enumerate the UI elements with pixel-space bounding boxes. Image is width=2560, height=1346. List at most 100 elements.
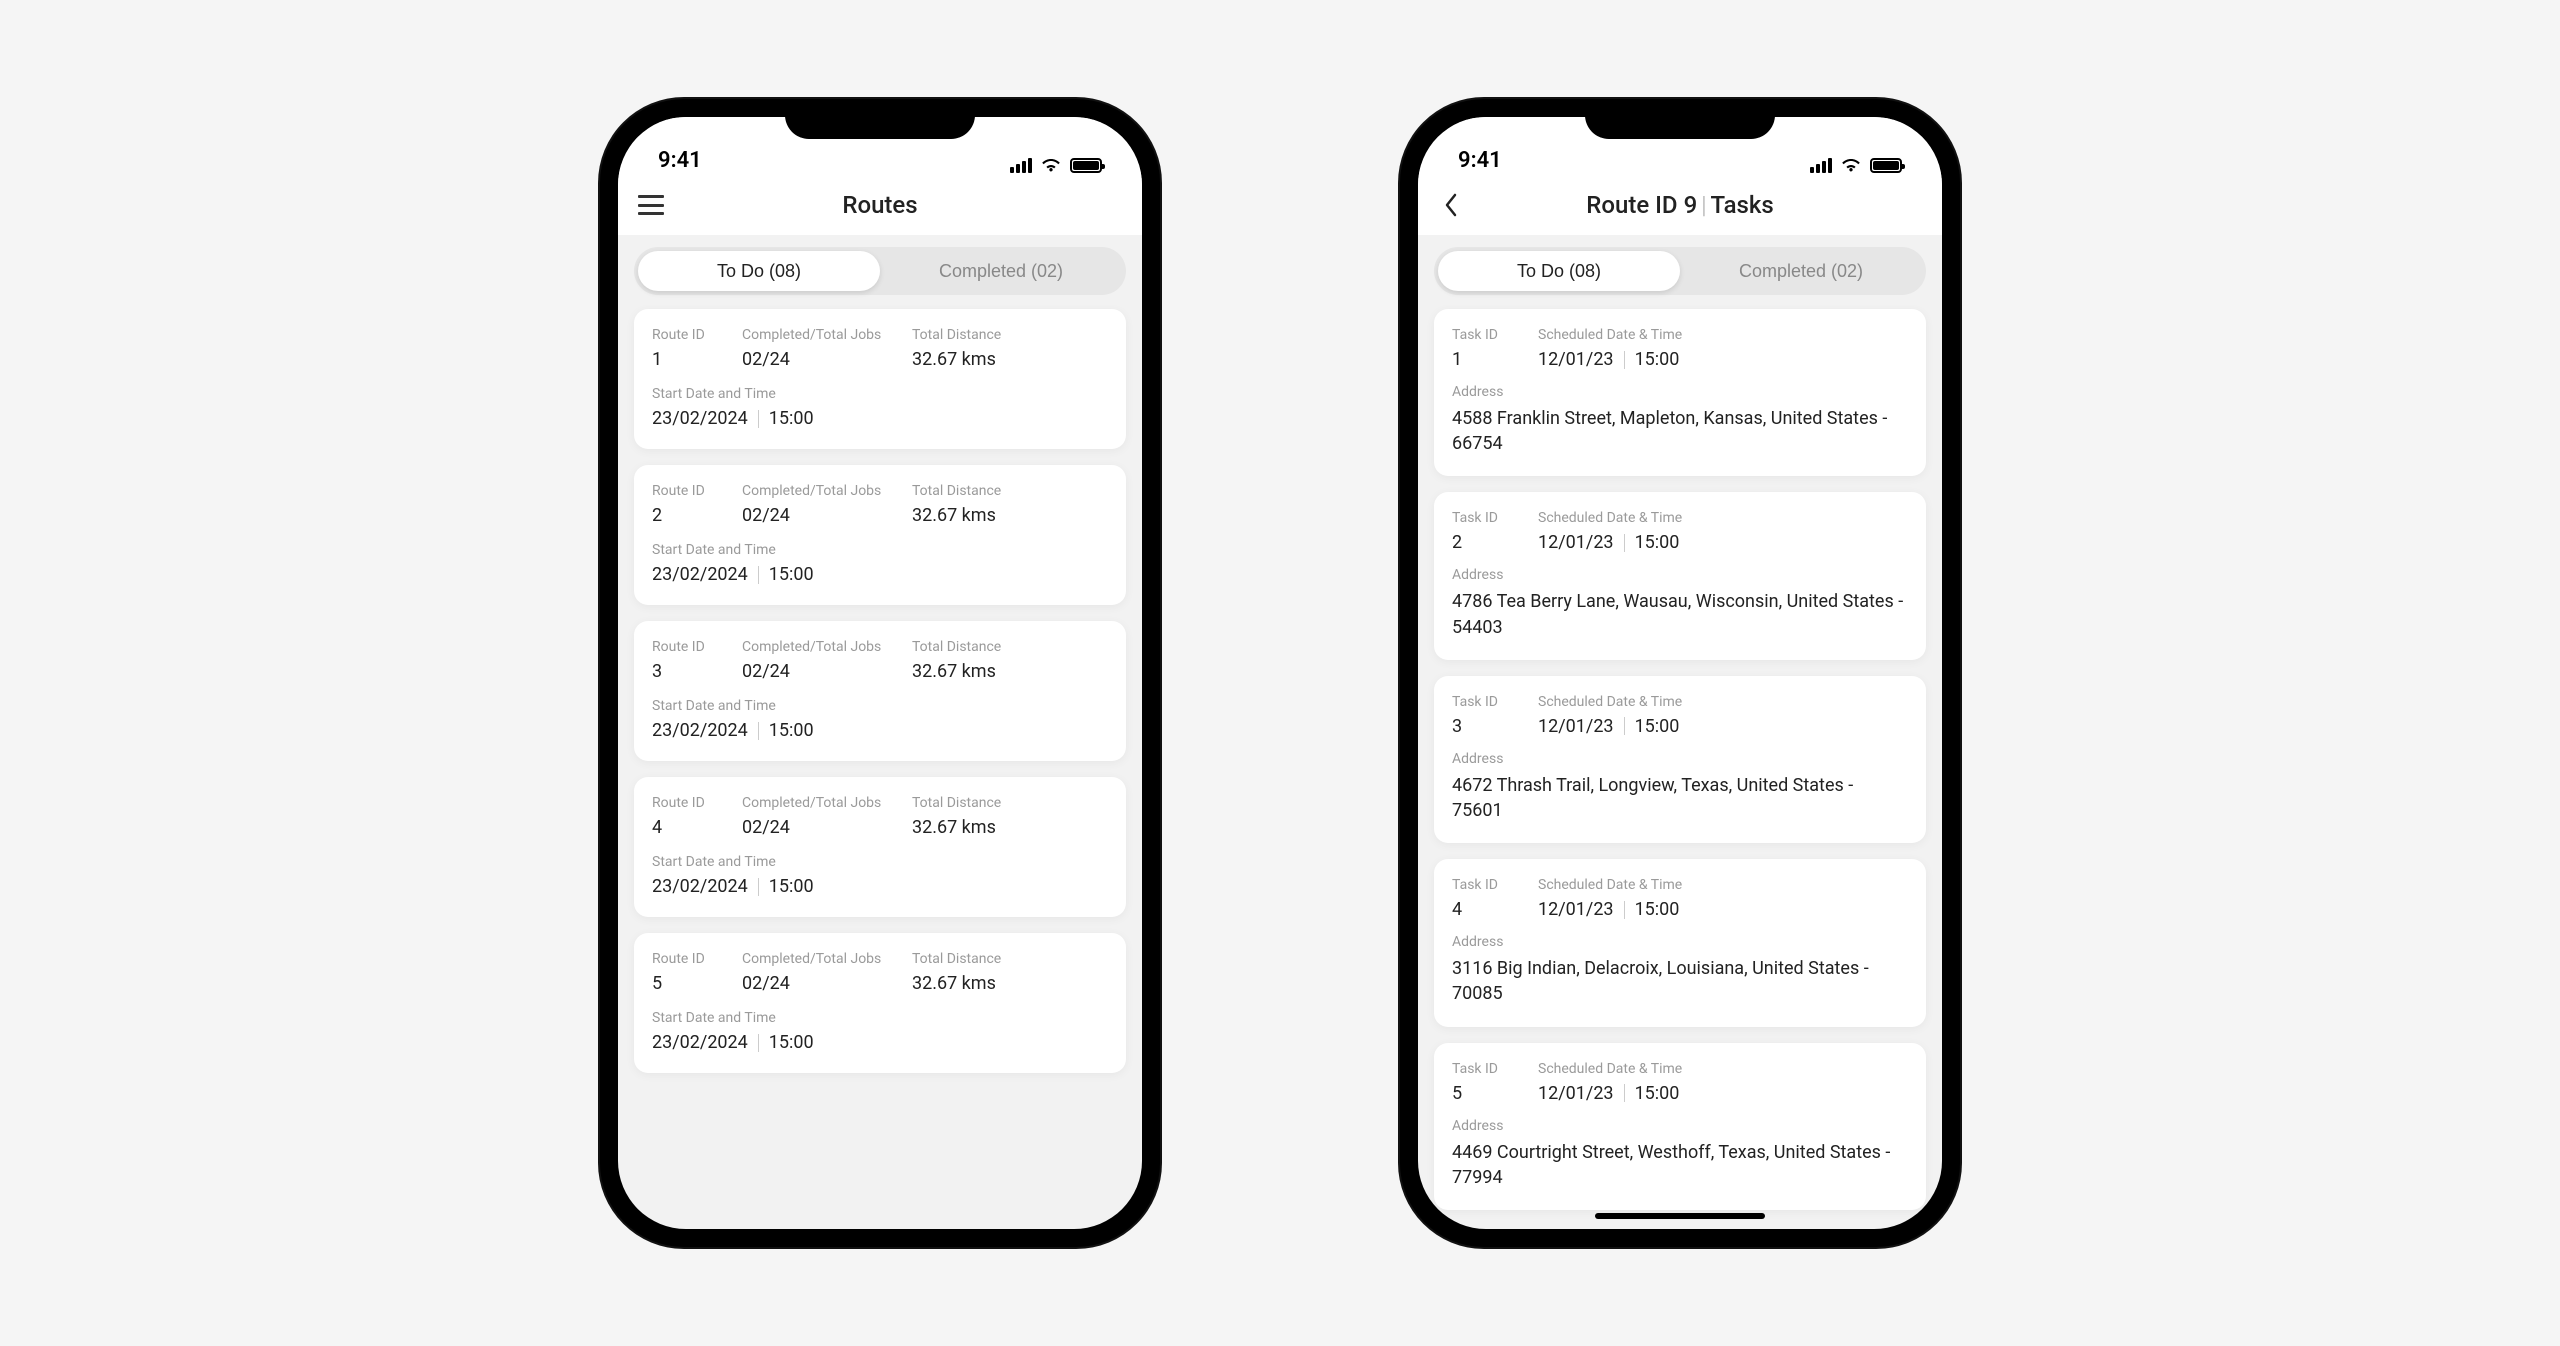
title-route-id: Route ID 9 [1586, 191, 1697, 219]
distance-label: Total Distance [912, 483, 1108, 499]
menu-icon[interactable] [638, 195, 664, 215]
separator-icon [758, 1034, 759, 1052]
scheduled-time-value: 15:00 [1635, 716, 1680, 737]
distance-value: 32.67 kms [912, 349, 1108, 370]
tasks-list[interactable]: Task ID 1 Scheduled Date & Time 12/01/23 1… [1418, 305, 1942, 1229]
route-id-value: 5 [652, 973, 742, 994]
address-label: Address [1452, 751, 1908, 767]
start-dt-label: Start Date and Time [652, 1010, 1108, 1026]
scheduled-label: Scheduled Date & Time [1538, 1061, 1908, 1077]
route-id-value: 2 [652, 505, 742, 526]
task-id-label: Task ID [1452, 510, 1538, 526]
start-dt-label: Start Date and Time [652, 386, 1108, 402]
page-title: Routes [618, 191, 1142, 219]
jobs-label: Completed/Total Jobs [742, 951, 912, 967]
scheduled-time-value: 15:00 [1635, 899, 1680, 920]
task-id-label: Task ID [1452, 1061, 1538, 1077]
scheduled-date-value: 12/01/23 [1538, 532, 1614, 553]
start-date-value: 23/02/2024 [652, 720, 748, 741]
route-id-value: 1 [652, 349, 742, 370]
address-label: Address [1452, 567, 1908, 583]
task-card[interactable]: Task ID1 Scheduled Date & Time 12/01/231… [1434, 309, 1926, 476]
tab-completed[interactable]: Completed (02) [880, 251, 1122, 291]
start-time-value: 15:00 [769, 408, 814, 429]
separator-icon [1624, 351, 1625, 369]
start-time-value: 15:00 [769, 564, 814, 585]
segmented-control: To Do (08) Completed (02) [1434, 247, 1926, 295]
route-card[interactable]: Route ID 5 Completed/Total Jobs 02/24 Tota… [634, 933, 1126, 1073]
jobs-value: 02/24 [742, 349, 912, 370]
task-id-label: Task ID [1452, 327, 1538, 343]
route-card[interactable]: Route ID2 Completed/Total Jobs02/24 Tota… [634, 465, 1126, 605]
route-card[interactable]: Route ID4 Completed/Total Jobs02/24 Tota… [634, 777, 1126, 917]
scheduled-label: Scheduled Date & Time [1538, 327, 1908, 343]
screen-tasks: 9:41 Route ID 9|Tasks To Do (08) Complet… [1418, 117, 1942, 1229]
separator-icon [758, 878, 759, 896]
task-id-value: 2 [1452, 532, 1538, 553]
separator-icon [758, 722, 759, 740]
status-icons [1810, 157, 1902, 173]
address-value: 4588 Franklin Street, Mapleton, Kansas, … [1452, 406, 1908, 456]
wifi-icon [1040, 157, 1062, 173]
start-time-value: 15:00 [769, 1032, 814, 1053]
start-date-value: 23/02/2024 [652, 876, 748, 897]
tab-todo[interactable]: To Do (08) [1438, 251, 1680, 291]
route-id-label: Route ID [652, 795, 742, 811]
phone-routes: 9:41 Routes To Do (08) Completed (02) [600, 99, 1160, 1247]
app-header: Routes [618, 179, 1142, 235]
route-id-value: 4 [652, 817, 742, 838]
route-id-label: Route ID [652, 483, 742, 499]
address-label: Address [1452, 384, 1908, 400]
separator-icon [1624, 534, 1625, 552]
distance-value: 32.67 kms [912, 661, 1108, 682]
tab-todo[interactable]: To Do (08) [638, 251, 880, 291]
jobs-label: Completed/Total Jobs [742, 327, 912, 343]
route-card[interactable]: Route ID1 Completed/Total Jobs02/24 Tota… [634, 309, 1126, 449]
scheduled-time-value: 15:00 [1635, 349, 1680, 370]
title-tasks: Tasks [1711, 191, 1774, 219]
task-card[interactable]: Task ID2 Scheduled Date & Time 12/01/231… [1434, 492, 1926, 659]
distance-label: Total Distance [912, 795, 1108, 811]
scheduled-label: Scheduled Date & Time [1538, 694, 1908, 710]
task-id-label: Task ID [1452, 877, 1538, 893]
screen-routes: 9:41 Routes To Do (08) Completed (02) [618, 117, 1142, 1229]
scheduled-label: Scheduled Date & Time [1538, 877, 1908, 893]
notch [1585, 99, 1775, 139]
task-id-label: Task ID [1452, 694, 1538, 710]
start-date-value: 23/02/2024 [652, 564, 748, 585]
start-time-value: 15:00 [769, 876, 814, 897]
cellular-icon [1810, 158, 1832, 173]
battery-icon [1870, 158, 1902, 173]
notch [785, 99, 975, 139]
separator-icon [758, 566, 759, 584]
routes-list[interactable]: Route ID 1 Completed/Total Jobs 02/24 Tota… [618, 305, 1142, 1229]
distance-label: Total Distance [912, 639, 1108, 655]
address-label: Address [1452, 1118, 1908, 1134]
start-date-value: 23/02/2024 [652, 408, 748, 429]
route-id-label: Route ID [652, 639, 742, 655]
status-time: 9:41 [658, 148, 702, 173]
task-card[interactable]: Task ID5 Scheduled Date & Time 12/01/231… [1434, 1043, 1926, 1210]
distance-label: Total Distance [912, 951, 1108, 967]
route-card[interactable]: Route ID3 Completed/Total Jobs02/24 Tota… [634, 621, 1126, 761]
phone-tasks: 9:41 Route ID 9|Tasks To Do (08) Complet… [1400, 99, 1960, 1247]
wifi-icon [1840, 157, 1862, 173]
jobs-value: 02/24 [742, 661, 912, 682]
address-value: 3116 Big Indian, Delacroix, Louisiana, U… [1452, 956, 1908, 1006]
distance-value: 32.67 kms [912, 505, 1108, 526]
task-card[interactable]: Task ID4 Scheduled Date & Time 12/01/231… [1434, 859, 1926, 1026]
task-card[interactable]: Task ID3 Scheduled Date & Time 12/01/231… [1434, 676, 1926, 843]
cellular-icon [1010, 158, 1032, 173]
start-dt-label: Start Date and Time [652, 542, 1108, 558]
jobs-value: 02/24 [742, 973, 912, 994]
address-value: 4469 Courtright Street, Westhoff, Texas,… [1452, 1140, 1908, 1190]
home-indicator[interactable] [1595, 1213, 1765, 1219]
scheduled-date-value: 12/01/23 [1538, 716, 1614, 737]
task-id-value: 1 [1452, 349, 1538, 370]
tab-completed[interactable]: Completed (02) [1680, 251, 1922, 291]
route-id-label: Route ID [652, 327, 742, 343]
route-id-label: Route ID [652, 951, 742, 967]
scheduled-time-value: 15:00 [1635, 532, 1680, 553]
back-icon[interactable] [1438, 192, 1464, 218]
separator-icon [1624, 1084, 1625, 1102]
